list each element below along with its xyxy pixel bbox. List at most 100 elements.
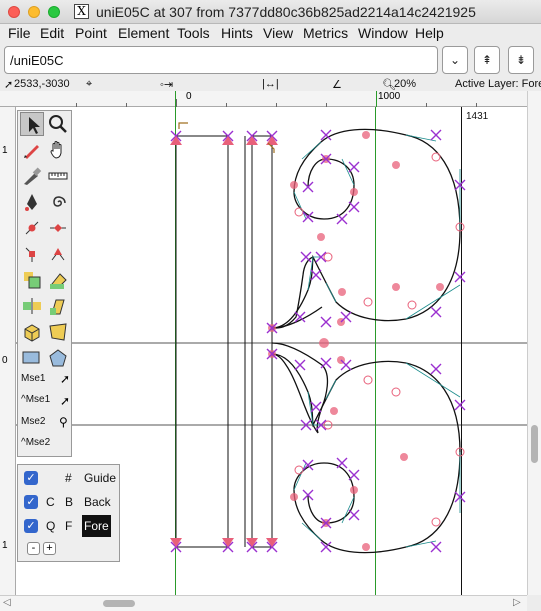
- layer-fore-checkbox[interactable]: ✓: [24, 519, 38, 533]
- close-window-button[interactable]: [8, 6, 20, 18]
- rotate-tool[interactable]: [46, 268, 70, 292]
- info-bar: ➚ 2533,-3030 ⌖ ◦⇥ |↔| ∠ 🔍︎ 20% Active La…: [0, 77, 541, 91]
- control-point-mark[interactable]: [430, 129, 442, 141]
- scale-tool[interactable]: [20, 268, 44, 292]
- glyph-name-input[interactable]: [4, 46, 438, 74]
- window-title: uniE05C at 307 from 7377dd80c36b825ad221…: [96, 4, 476, 20]
- mouse2-magnify-icon: ⚲: [59, 415, 68, 429]
- mouse1-label: Mse1: [21, 373, 46, 384]
- curve-point-tool[interactable]: [20, 216, 44, 240]
- magnify-tool[interactable]: [46, 112, 70, 136]
- layer-back-checkbox[interactable]: ✓: [24, 495, 38, 509]
- maximize-window-button[interactable]: [48, 6, 60, 18]
- hv-curve-tool[interactable]: [46, 216, 70, 240]
- hand-tool[interactable]: [46, 138, 70, 162]
- next-glyph-button[interactable]: ⇟: [508, 46, 534, 74]
- menu-edit[interactable]: Edit: [40, 25, 64, 41]
- control-point-mark[interactable]: [348, 201, 360, 213]
- control-point-mark[interactable]: [336, 213, 348, 225]
- menu-element[interactable]: Element: [118, 25, 169, 41]
- scroll-right-arrow-icon[interactable]: ▷: [513, 597, 521, 608]
- layer-fore[interactable]: ✓ Q F Fore: [18, 515, 121, 537]
- mouse2-ctrl-label: ^Mse2: [21, 437, 51, 448]
- layers-palette: ✓ # Guide ✓ C B Back ✓ Q F Fore - +: [17, 464, 120, 562]
- control-point-mark[interactable]: [430, 541, 442, 553]
- vertical-scrollbar[interactable]: [527, 91, 541, 595]
- pointer-tool[interactable]: [20, 112, 44, 136]
- layer-back-name[interactable]: Back: [82, 491, 113, 513]
- cursor-arrow-icon: ➚: [4, 79, 14, 91]
- control-point-mark[interactable]: [348, 469, 360, 481]
- knife-tool[interactable]: [20, 164, 44, 188]
- layer-guide[interactable]: ✓ # Guide: [18, 467, 121, 489]
- 3d-rotate-tool[interactable]: [20, 320, 44, 344]
- layer-fore-c2: F: [65, 519, 73, 533]
- control-point-mark[interactable]: [336, 457, 348, 469]
- mouse1-ctrl-label: ^Mse1: [21, 394, 51, 405]
- spiro-tool[interactable]: [46, 190, 70, 214]
- pen-tool[interactable]: [20, 190, 44, 214]
- scroll-left-arrow-icon[interactable]: ◁: [3, 597, 11, 608]
- menu-file[interactable]: File: [8, 25, 31, 41]
- tangent-point-tool[interactable]: [46, 242, 70, 266]
- control-point-mark[interactable]: [294, 359, 306, 371]
- rectangle-tool[interactable]: [20, 346, 44, 370]
- pencil-tool[interactable]: [20, 138, 44, 162]
- glyph-dropdown-button[interactable]: ⌄: [442, 46, 468, 74]
- layer-back[interactable]: ✓ C B Back: [18, 491, 121, 513]
- menu-bar: File Edit Point Element Tools Hints View…: [0, 24, 541, 44]
- menu-tools[interactable]: Tools: [177, 25, 210, 41]
- horizontal-scrollbar[interactable]: ◁ ▷: [0, 595, 527, 611]
- vruler-label-top: 1: [2, 145, 8, 156]
- tool-palette: Mse1 ^Mse1 Mse2 ^Mse2 ➚ ➚ ⚲: [17, 110, 72, 457]
- ruler-label-0: 0: [186, 91, 192, 102]
- flip-tool[interactable]: [20, 294, 44, 318]
- control-point-mark[interactable]: [310, 401, 322, 413]
- control-point-mark[interactable]: [320, 357, 332, 369]
- layer-guide-name[interactable]: Guide: [82, 467, 118, 489]
- vruler-label-bottom: 1: [2, 540, 8, 551]
- layer-back-c2: B: [65, 495, 74, 509]
- ruler-tool[interactable]: [46, 164, 70, 188]
- menu-metrics[interactable]: Metrics: [303, 25, 348, 41]
- control-point-mark[interactable]: [348, 161, 360, 173]
- polygon-tool[interactable]: [46, 346, 70, 370]
- control-point-mark[interactable]: [310, 269, 322, 281]
- control-point-mark[interactable]: [430, 306, 442, 318]
- menu-help[interactable]: Help: [415, 25, 444, 41]
- control-point-mark[interactable]: [300, 251, 312, 263]
- mouse1-ctrl-pointer-icon: ➚: [60, 394, 71, 408]
- mouse1-pointer-icon: ➚: [60, 372, 71, 386]
- menu-point[interactable]: Point: [75, 25, 107, 41]
- prev-glyph-button[interactable]: ⇞: [474, 46, 500, 74]
- control-point-mark[interactable]: [348, 509, 360, 521]
- layer-fore-name[interactable]: Fore: [82, 515, 111, 537]
- layer-back-c1: C: [46, 495, 55, 509]
- menu-window[interactable]: Window: [358, 25, 408, 41]
- skew-tool[interactable]: [46, 294, 70, 318]
- control-point-mark[interactable]: [454, 399, 466, 411]
- cursor-coords: 2533,-3030: [14, 78, 70, 90]
- active-layer-label: Active Layer: Fore: [455, 78, 541, 90]
- add-layer-button[interactable]: +: [43, 542, 56, 555]
- horizontal-scroll-thumb[interactable]: [103, 600, 135, 607]
- menu-view[interactable]: View: [263, 25, 293, 41]
- vruler-label-zero: 0: [2, 355, 8, 366]
- control-point-mark[interactable]: [430, 363, 442, 375]
- control-point-mark[interactable]: [320, 316, 332, 328]
- ruler-label-1000: 1000: [378, 91, 401, 102]
- remove-layer-button[interactable]: -: [27, 542, 40, 555]
- corner-point-tool[interactable]: [20, 242, 44, 266]
- control-point-mark[interactable]: [340, 311, 352, 323]
- control-point-mark[interactable]: [454, 271, 466, 283]
- menu-hints[interactable]: Hints: [221, 25, 253, 41]
- vertical-scroll-thumb[interactable]: [531, 425, 538, 463]
- minimize-window-button[interactable]: [28, 6, 40, 18]
- point-icon: ⌖: [86, 78, 93, 90]
- layer-guide-checkbox[interactable]: ✓: [24, 471, 38, 485]
- control-point-mark[interactable]: [340, 359, 352, 371]
- distance-icon: |↔|: [262, 78, 279, 90]
- curve-point-icon: ◦⇥: [160, 79, 174, 91]
- layer-guide-c2: #: [65, 471, 72, 485]
- perspective-tool[interactable]: [46, 320, 70, 344]
